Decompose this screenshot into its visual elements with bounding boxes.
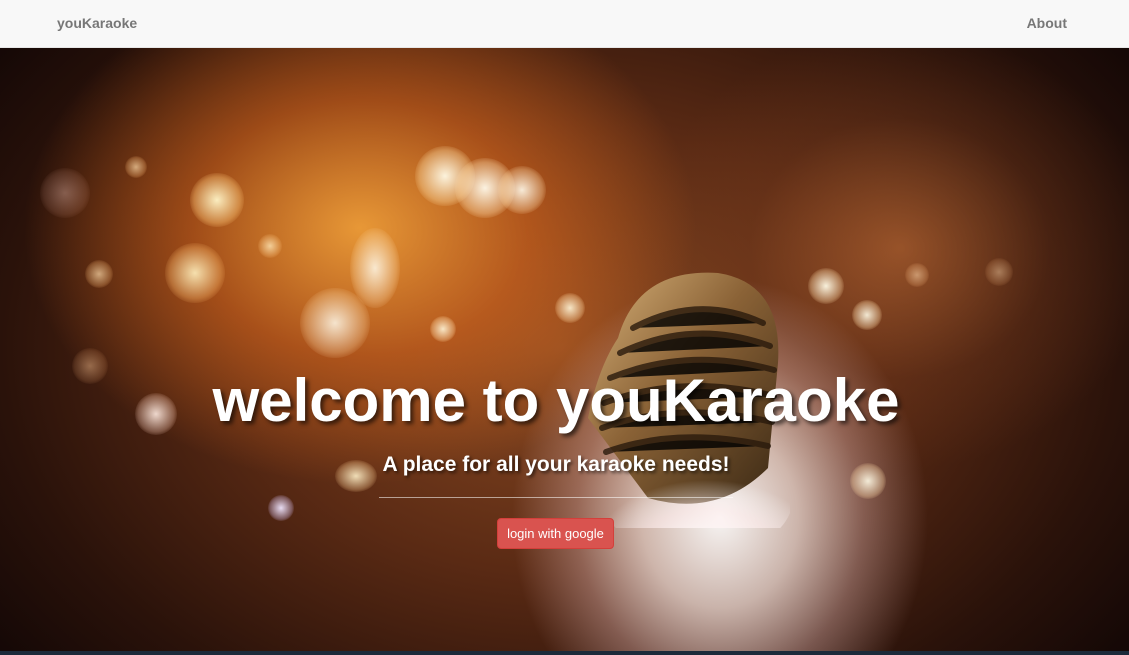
bokeh-light [498, 166, 546, 214]
brand-link[interactable]: youKaraoke [57, 15, 137, 31]
bokeh-light [268, 495, 294, 521]
bokeh-light [40, 168, 90, 218]
bokeh-light [165, 243, 225, 303]
bokeh-light [430, 316, 456, 342]
nav-link-about[interactable]: About [1027, 15, 1067, 31]
hero-divider [379, 497, 733, 498]
bokeh-light [415, 146, 475, 206]
bokeh-light [258, 234, 282, 258]
bokeh-light [905, 263, 929, 287]
bokeh-light [300, 288, 370, 358]
hero-section: welcome to youKaraoke A place for all yo… [0, 48, 1129, 651]
bokeh-light [852, 300, 882, 330]
hero-subtitle: A place for all your karaoke needs! [382, 453, 730, 476]
bokeh-light [455, 158, 515, 218]
bokeh-light [85, 260, 113, 288]
bokeh-light [350, 228, 400, 308]
bottom-edge [0, 651, 1129, 655]
bokeh-light [808, 268, 844, 304]
hero-title: welcome to youKaraoke [212, 367, 900, 434]
bokeh-light [190, 173, 244, 227]
top-navbar: youKaraoke About [0, 0, 1129, 48]
bokeh-light [125, 156, 147, 178]
bokeh-light [985, 258, 1013, 286]
login-google-button[interactable]: login with google [497, 518, 614, 549]
